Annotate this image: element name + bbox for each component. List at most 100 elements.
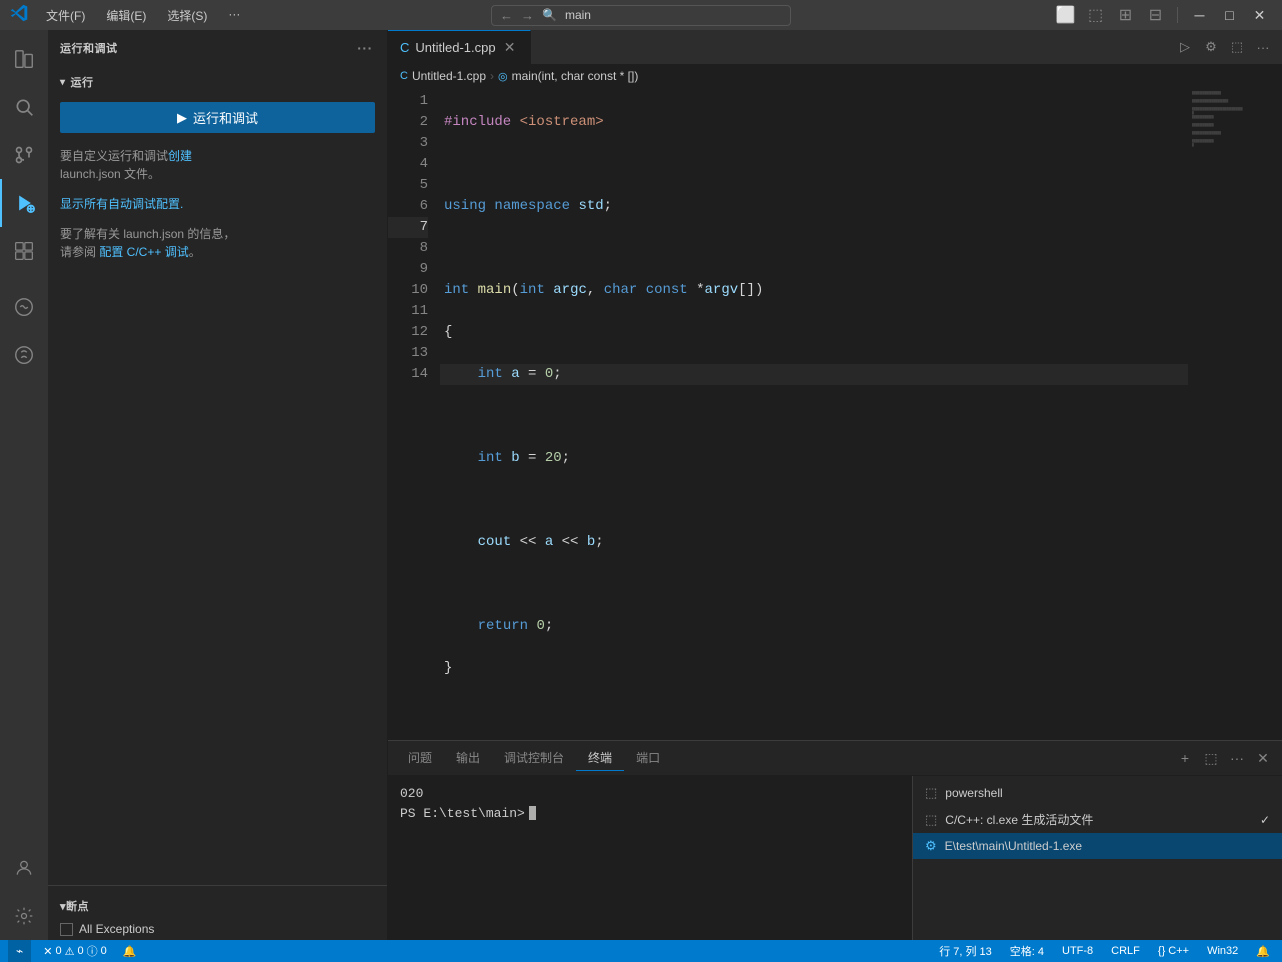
terminal-prompt-text: PS E:\test\main> [400,804,525,824]
maximize-button[interactable]: □ [1217,3,1242,28]
sidebar-more-btn[interactable]: ··· [355,38,375,58]
cl-exe-icon: ⬚ [925,812,937,828]
encoding-text: UTF-8 [1062,945,1093,957]
code-line-6: { [440,322,1188,343]
terminal-item-powershell[interactable]: ⬚ powershell [913,780,1282,806]
activity-explorer[interactable] [0,35,48,83]
all-exceptions-checkbox[interactable] [60,923,73,936]
errors-item[interactable]: ✕ 0 ⚠ 0 ⓘ 0 [39,940,110,962]
code-line-5: int main(int argc, char const *argv[]) [440,280,1188,301]
titlebar-right: ⬜ ⬚ ⊞ ⊟ ─ □ ✕ [848,3,1282,28]
activity-bar [0,30,48,940]
activity-search[interactable] [0,83,48,131]
titlebar: 文件(F) 编辑(E) 选择(S) ··· ← → 🔍 main ⬜ ⬚ ⊞ ⊟… [0,0,1282,30]
activity-copilot2[interactable] [0,331,48,379]
configure-cpp-link[interactable]: 配置 C/C++ 调试 [99,245,188,259]
os-item[interactable]: Win32 [1203,940,1242,962]
language-text: {} C++ [1158,945,1189,957]
sidebar-header: 运行和调试 ··· [48,30,387,66]
breadcrumb-file[interactable]: C Untitled-1.cpp [400,69,486,83]
sidebar-toggle-icon[interactable]: ⬜ [1053,3,1078,28]
run-debug-label: 运行和调试 [193,108,258,127]
new-terminal-btn[interactable]: + [1174,747,1196,769]
encoding-item[interactable]: UTF-8 [1058,940,1097,962]
tab-bar-actions: ▷ ⚙ ⬚ ··· [1166,30,1282,64]
show-configs-link[interactable]: 显示所有自动调试配置. [60,197,183,211]
breakpoints-title[interactable]: ▾ 断点 [48,894,387,918]
code-line-10 [440,490,1188,511]
breadcrumb-file-label: Untitled-1.cpp [412,69,486,83]
nav-forward[interactable]: → [521,8,534,23]
tab-bar: C Untitled-1.cpp ✕ ▷ ⚙ ⬚ ··· [388,30,1282,65]
breadcrumb-symbol[interactable]: ◎ main(int, char const * []) [498,69,638,83]
sidebar-title: 运行和调试 [60,40,118,56]
editor-layout-icon[interactable]: ⬚ [1083,3,1108,28]
run-section: ▾ 运行 ▶ 运行和调试 要自定义运行和调试创建 launch.json 文件。… [48,66,387,271]
settings-btn[interactable]: ⚙ [1200,36,1222,58]
exe-label: E\test\main\Untitled-1.exe [945,839,1082,853]
line-col-item[interactable]: 行 7, 列 13 [935,940,996,962]
tab-more-btn[interactable]: ··· [1252,36,1274,58]
code-line-11: cout << a << b; [440,532,1188,553]
menu-select[interactable]: 选择(S) [159,5,215,26]
vscode-logo [10,4,28,27]
minimap: ████████████████ ████████████████████ ██… [1188,87,1268,740]
terminal-split-btn[interactable]: ⬚ [1200,747,1222,769]
terminal-item-exe[interactable]: ⚙ E\test\main\Untitled-1.exe [913,833,1282,859]
code-content[interactable]: #include <iostream> using namespace std;… [436,87,1188,740]
editor-split-btn[interactable]: ⬚ [1226,36,1248,58]
activity-copilot1[interactable] [0,283,48,331]
sidebar-header-actions: ··· [355,38,375,58]
eol-item[interactable]: CRLF [1107,940,1144,962]
panel-tab-debug-console[interactable]: 调试控制台 [492,745,576,771]
remote-item[interactable]: ⌁ [8,940,31,962]
activity-accounts[interactable] [0,844,48,892]
nav-back[interactable]: ← [500,8,513,23]
breadcrumb: C Untitled-1.cpp › ◎ main(int, char cons… [388,65,1282,87]
panel-tab-output[interactable]: 输出 [444,745,492,771]
code-line-7: int a = 0; [440,364,1188,385]
all-exceptions-item[interactable]: All Exceptions [48,918,387,940]
code-line-4 [440,238,1188,259]
split-editor-icon[interactable]: ⊞ [1113,3,1138,28]
tab-close-btn[interactable]: ✕ [502,40,518,56]
panel-tab-ports[interactable]: 端口 [624,745,672,771]
code-line-8 [440,406,1188,427]
customize-layout-icon[interactable]: ⊟ [1143,3,1168,28]
menu-file[interactable]: 文件(F) [38,5,93,26]
panel-more-btn[interactable]: ··· [1226,747,1248,769]
menu-more[interactable]: ··· [220,5,248,26]
os-text: Win32 [1207,945,1238,957]
panel-close-btn[interactable]: ✕ [1252,747,1274,769]
status-left: ⌁ ✕ 0 ⚠ 0 ⓘ 0 🔔 [8,940,140,962]
terminal-item-cl-exe[interactable]: ⬚ C/C++: cl.exe 生成活动文件 ✓ [913,806,1282,833]
tab-untitled-1[interactable]: C Untitled-1.cpp ✕ [388,30,531,64]
spaces-item[interactable]: 空格: 4 [1006,940,1048,962]
editor-scrollbar[interactable] [1268,87,1282,740]
code-line-14: } [440,658,1188,679]
breakpoints-label: 断点 [66,898,89,914]
code-editor[interactable]: 1 2 3 4 5 6 7 8 9 10 11 12 13 14 #includ… [388,87,1282,740]
run-debug-button[interactable]: ▶ 运行和调试 [60,102,375,133]
panel-tab-terminal[interactable]: 终端 [576,745,624,771]
minimize-button[interactable]: ─ [1187,3,1212,28]
status-bar: ⌁ ✕ 0 ⚠ 0 ⓘ 0 🔔 行 7, 列 13 空格: 4 UTF-8 CR… [0,940,1282,962]
close-button[interactable]: ✕ [1247,3,1272,28]
code-line-13: return 0; [440,616,1188,637]
terminal-main[interactable]: 020 PS E:\test\main> [388,776,912,940]
menu-edit[interactable]: 编辑(E) [98,5,154,26]
create-launch-link[interactable]: 创建 [168,149,192,163]
sidebar: 运行和调试 ··· ▾ 运行 ▶ 运行和调试 要自定义运行和调试创建 launc… [48,30,388,940]
run-code-btn[interactable]: ▷ [1174,36,1196,58]
activity-settings[interactable] [0,892,48,940]
notifications-item[interactable]: 🔔 [119,940,141,962]
language-item[interactable]: {} C++ [1154,940,1193,962]
activity-run-debug[interactable] [0,179,48,227]
bell-item[interactable]: 🔔 [1252,940,1274,962]
main-content: 运行和调试 ··· ▾ 运行 ▶ 运行和调试 要自定义运行和调试创建 launc… [0,30,1282,940]
run-section-label: 运行 [71,74,94,90]
run-section-title[interactable]: ▾ 运行 [48,70,387,94]
panel-tab-problems[interactable]: 问题 [396,745,444,771]
activity-source-control[interactable] [0,131,48,179]
activity-extensions[interactable] [0,227,48,275]
